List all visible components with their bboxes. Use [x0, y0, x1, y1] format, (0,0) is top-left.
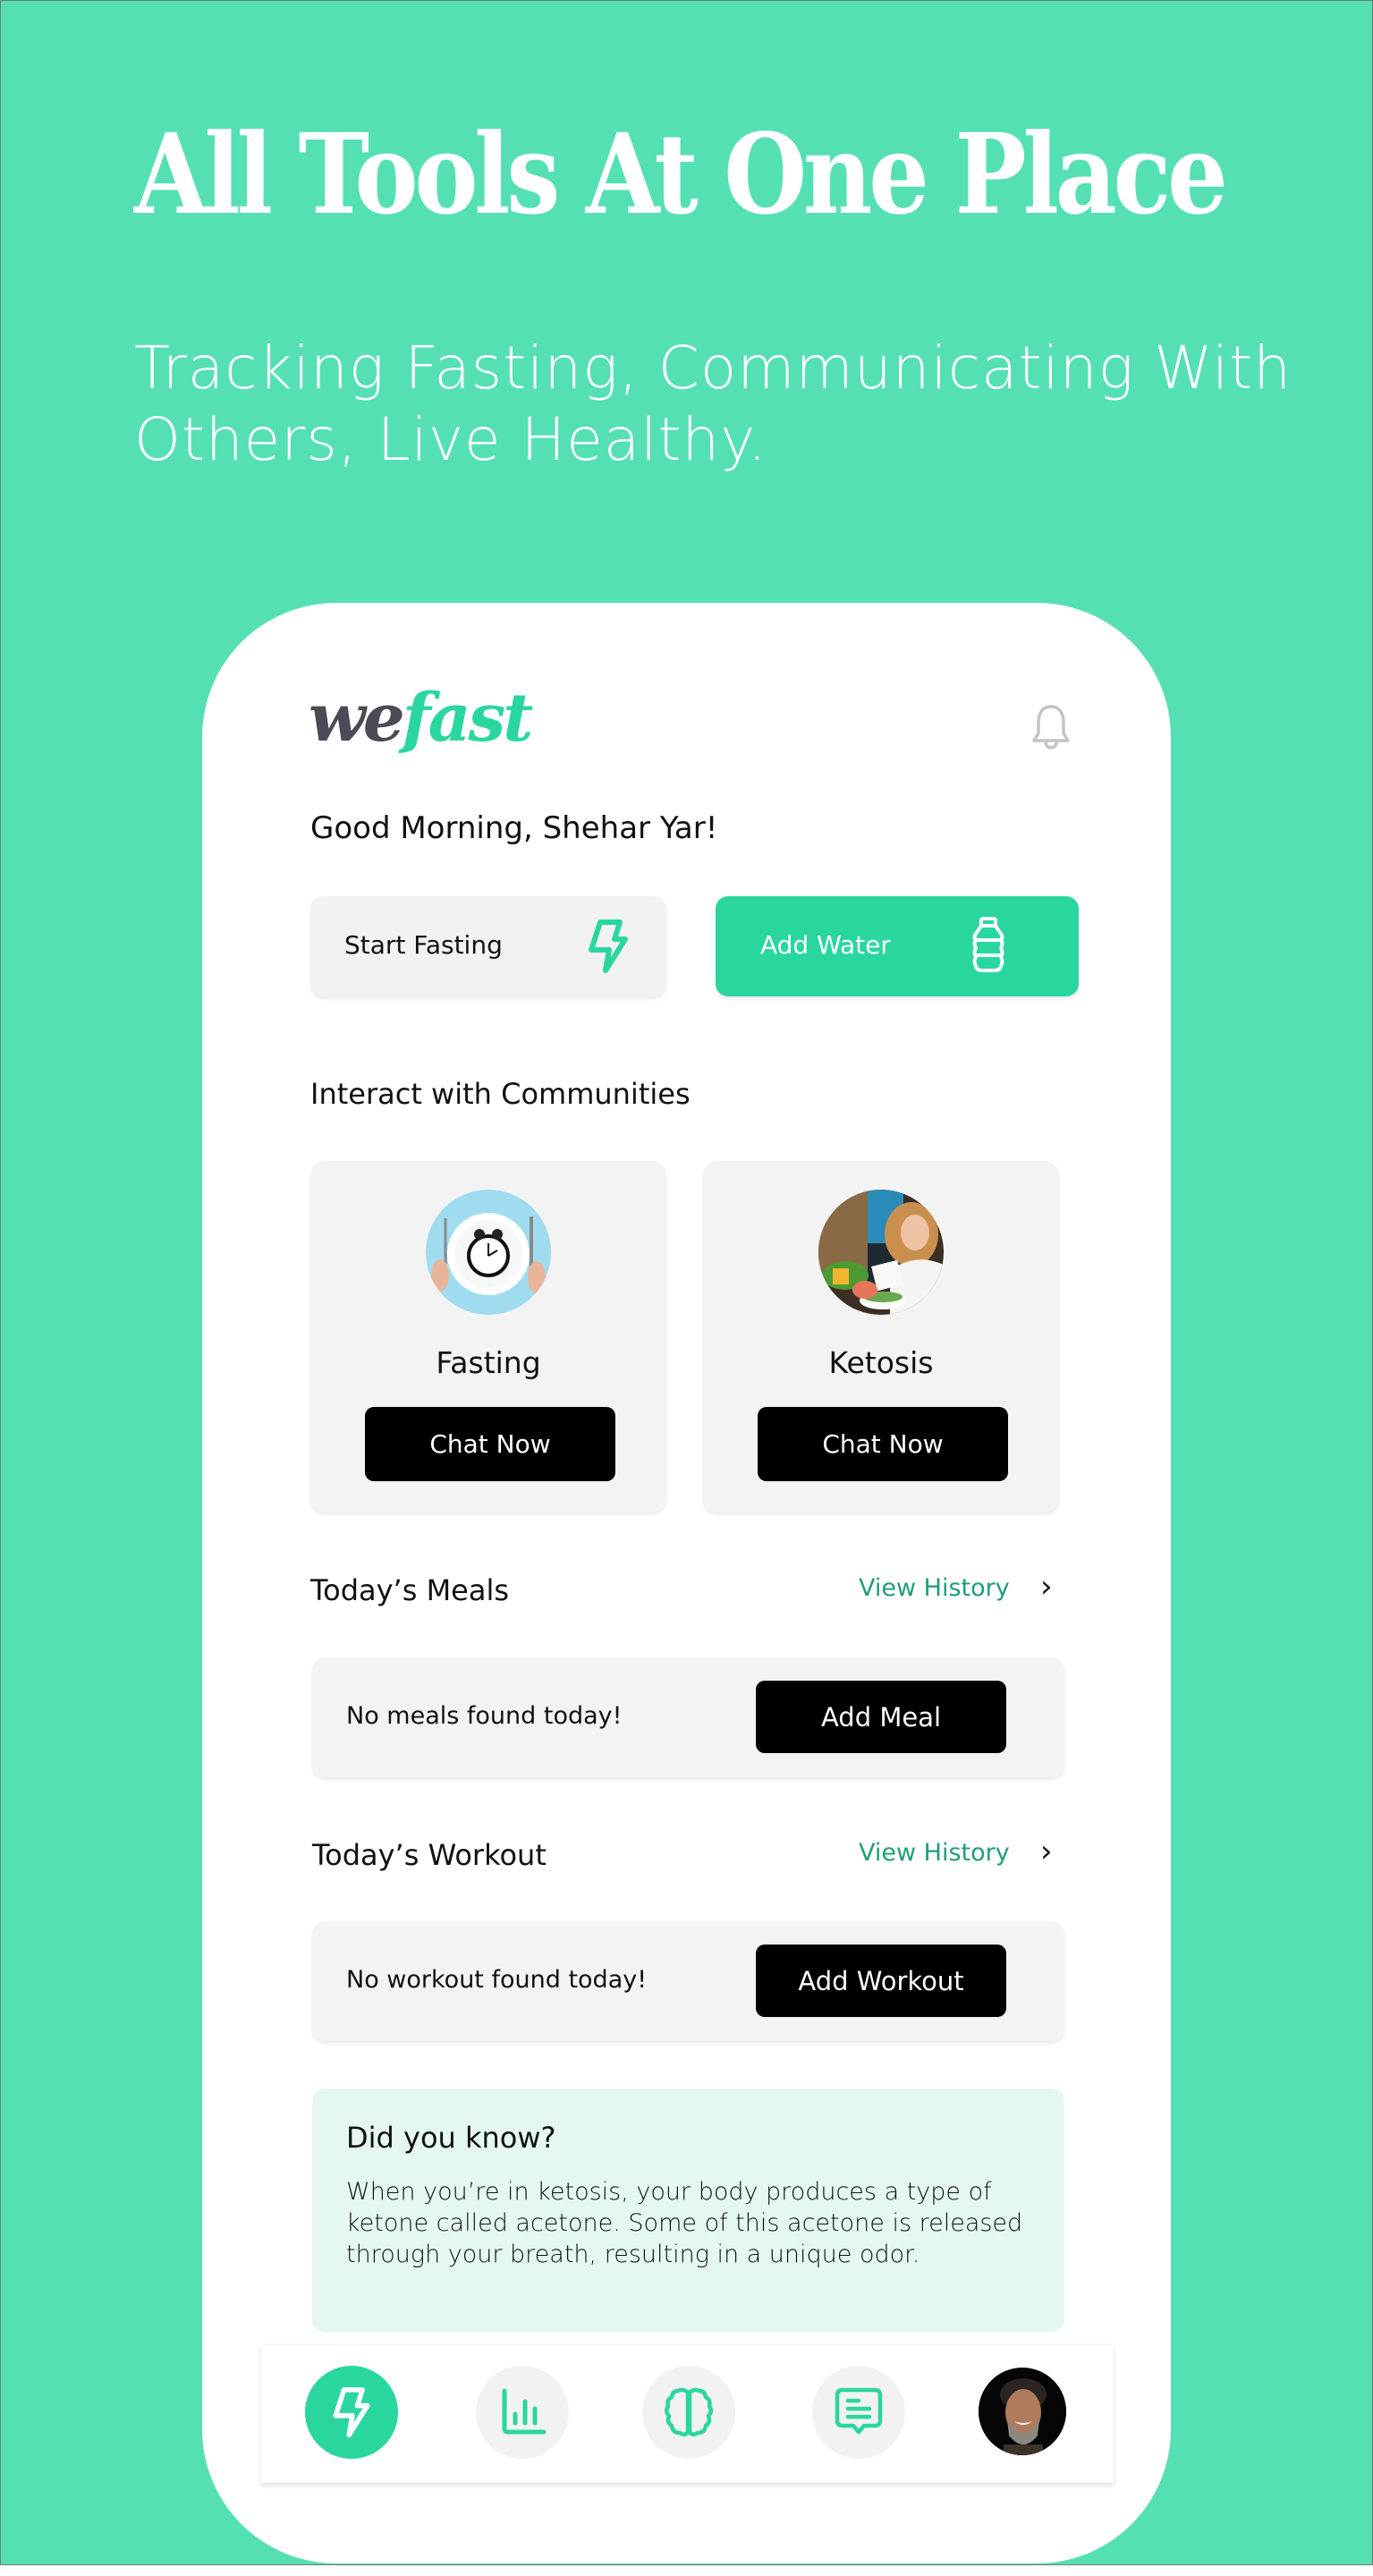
- nav-item-mind[interactable]: [642, 2366, 735, 2459]
- add-meal-button[interactable]: Add Meal: [756, 1681, 1006, 1753]
- meals-empty-text: No meals found today!: [346, 1702, 623, 1730]
- add-water-label: Add Water: [760, 930, 891, 960]
- start-fasting-label: Start Fasting: [344, 930, 503, 960]
- greeting-text: Good Morning, Shehar Yar!: [310, 810, 718, 846]
- bottom-navigation: [261, 2345, 1114, 2483]
- did-you-know-card: Did you know? When you’re in ketosis, yo…: [312, 2089, 1064, 2332]
- meals-title: Today’s Meals: [310, 1573, 510, 1607]
- bell-icon[interactable]: [1029, 703, 1073, 753]
- lightning-bolt-icon: [333, 2387, 370, 2437]
- community-card-ketosis: Ketosis Chat Now: [703, 1161, 1059, 1513]
- logo-we: we: [309, 680, 405, 757]
- meals-chevron-right-icon[interactable]: ›: [1040, 1569, 1053, 1605]
- nav-item-profile[interactable]: [979, 2368, 1066, 2455]
- community-name-fasting: Fasting: [436, 1345, 541, 1380]
- promo-subline: Tracking Fasting, Communicating With Oth…: [134, 334, 1292, 474]
- promo-headline: All Tools At One Place: [134, 110, 1228, 240]
- workout-title: Today’s Workout: [312, 1838, 547, 1872]
- workout-empty-card: No workout found today! Add Workout: [312, 1921, 1064, 2041]
- add-workout-button[interactable]: Add Workout: [756, 1945, 1006, 2017]
- workout-chevron-right-icon[interactable]: ›: [1040, 1834, 1053, 1869]
- water-bottle-icon: [972, 917, 1004, 972]
- chat-now-button-ketosis[interactable]: Chat Now: [758, 1407, 1008, 1481]
- fasting-community-image: [426, 1190, 551, 1315]
- logo-fast: fast: [402, 680, 534, 757]
- chat-bubble-icon: [835, 2387, 883, 2435]
- app-logo: wefast: [309, 680, 534, 757]
- workout-empty-text: No workout found today!: [346, 1966, 648, 1994]
- brain-icon: [665, 2387, 713, 2436]
- ketosis-community-image: [818, 1190, 944, 1315]
- workout-view-history-link[interactable]: View History: [859, 1839, 1010, 1867]
- communities-title: Interact with Communities: [310, 1077, 691, 1111]
- lightning-bolt-icon: [589, 919, 628, 973]
- community-card-fasting: Fasting Chat Now: [310, 1161, 666, 1513]
- start-fasting-button[interactable]: Start Fasting: [310, 896, 666, 996]
- did-you-know-body: When you’re in ketosis, your body produc…: [346, 2178, 1023, 2268]
- nav-item-fasting[interactable]: [305, 2366, 398, 2459]
- add-water-button[interactable]: Add Water: [716, 896, 1079, 996]
- community-name-ketosis: Ketosis: [828, 1345, 934, 1380]
- nav-item-stats[interactable]: [476, 2366, 569, 2459]
- chat-now-button-fasting[interactable]: Chat Now: [365, 1407, 615, 1481]
- meals-view-history-link[interactable]: View History: [859, 1574, 1010, 1602]
- nav-item-chat[interactable]: [812, 2366, 905, 2459]
- meals-empty-card: No meals found today! Add Meal: [312, 1657, 1064, 1777]
- woman-salad-image: [818, 1190, 944, 1315]
- bar-chart-icon: [502, 2388, 547, 2435]
- plate-clock-image: [426, 1190, 551, 1315]
- did-you-know-title: Did you know?: [346, 2121, 556, 2155]
- phone-screen: wefast Good Morning, Shehar Yar! Start F…: [202, 603, 1171, 2563]
- profile-avatar: [979, 2368, 1066, 2455]
